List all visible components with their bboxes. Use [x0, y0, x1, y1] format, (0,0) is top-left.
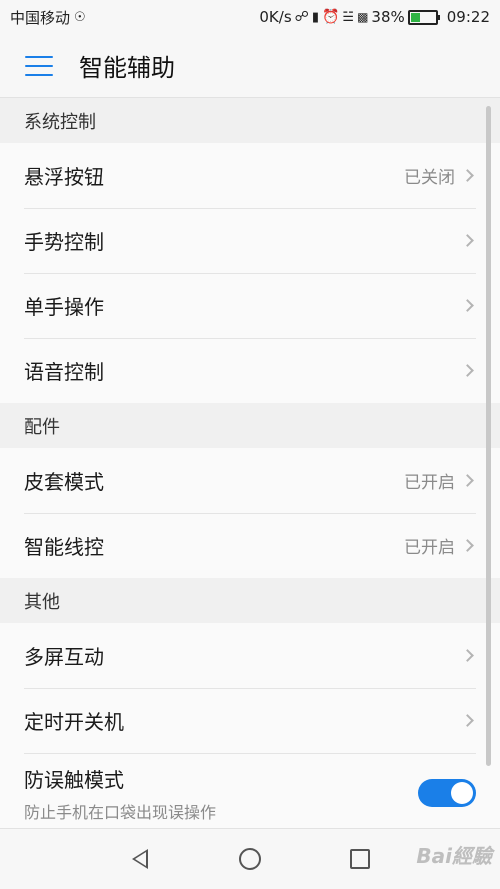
- item-label: 单手操作: [24, 295, 104, 319]
- battery-fill: [410, 12, 420, 22]
- back-triangle-icon: [132, 849, 148, 869]
- list-item-floating-button[interactable]: 悬浮按钮 已关闭: [0, 143, 500, 208]
- battery-percent: 38%: [371, 8, 405, 26]
- page-title: 智能辅助: [79, 54, 175, 82]
- vibrate-icon: ▮: [311, 9, 319, 25]
- home-circle-icon: [239, 848, 261, 870]
- list-item-scheduled-power[interactable]: 定时开关机: [0, 688, 500, 753]
- toggle-knob: [451, 782, 473, 804]
- home-button[interactable]: [236, 845, 264, 873]
- carrier-name: 中国移动: [10, 8, 71, 27]
- chevron-right-icon: [461, 714, 474, 727]
- list-item-multi-screen[interactable]: 多屏互动: [0, 623, 500, 688]
- status-bar: 中国移动 ☉ 0K/s ☍ ▮ ⏰ ☱ ▩ 38% 09:22: [0, 0, 500, 34]
- back-button[interactable]: [126, 845, 154, 873]
- item-right: [461, 649, 476, 662]
- status-bar-left: 中国移动 ☉: [10, 7, 86, 28]
- recent-apps-button[interactable]: [346, 845, 374, 873]
- chevron-right-icon: [461, 299, 474, 312]
- list-item-pocket-mode[interactable]: 防误触模式 防止手机在口袋出现误操作: [0, 753, 500, 833]
- chevron-right-icon: [461, 539, 474, 552]
- list-item-gesture-control[interactable]: 手势控制: [0, 208, 500, 273]
- list-item-one-hand-mode[interactable]: 单手操作: [0, 273, 500, 338]
- item-status: 已关闭: [404, 168, 455, 188]
- item-label: 语音控制: [24, 360, 104, 384]
- scrollbar[interactable]: [486, 106, 491, 766]
- item-label: 防误触模式: [24, 767, 124, 792]
- chevron-right-icon: [461, 649, 474, 662]
- network-speed: 0K/s: [259, 8, 292, 26]
- menu-line: [25, 64, 53, 67]
- headphone-icon: ☍: [294, 9, 309, 25]
- item-label: 悬浮按钮: [24, 165, 104, 189]
- menu-line: [25, 55, 53, 58]
- recent-apps-square-icon: [350, 849, 370, 869]
- item-label: 智能线控: [24, 535, 104, 559]
- item-subtitle: 防止手机在口袋出现误操作: [24, 802, 217, 822]
- list-item-smart-wire-control[interactable]: 智能线控 已开启: [0, 513, 500, 578]
- battery-charging-icon: [407, 9, 440, 25]
- settings-list[interactable]: 系统控制 悬浮按钮 已关闭 手势控制 单手操作 语音控制 配件 皮套模式 已开启: [0, 98, 500, 833]
- item-right: 已关闭: [404, 163, 476, 188]
- chevron-right-icon: [461, 234, 474, 247]
- item-right: [461, 714, 476, 727]
- menu-line: [25, 73, 53, 76]
- chevron-right-icon: [461, 364, 474, 377]
- item-right: 已开启: [404, 468, 476, 493]
- clock-time: 09:22: [446, 8, 490, 26]
- section-header-other: 其他: [0, 578, 500, 623]
- item-right: [461, 299, 476, 312]
- item-label: 多屏互动: [24, 645, 104, 669]
- item-label: 皮套模式: [24, 470, 104, 494]
- wifi-icon: ☱: [342, 9, 355, 25]
- item-right: [461, 234, 476, 247]
- section-header-accessories: 配件: [0, 403, 500, 448]
- status-bar-right: 0K/s ☍ ▮ ⏰ ☱ ▩ 38% 09:22: [259, 8, 490, 26]
- hd-icon: ☉: [74, 9, 86, 25]
- app-bar: 智能辅助: [0, 34, 500, 98]
- hamburger-menu-icon[interactable]: [25, 54, 53, 78]
- 4g-signal-icon: ▩: [357, 10, 369, 24]
- list-item-voice-control[interactable]: 语音控制: [0, 338, 500, 403]
- item-status: 已开启: [404, 538, 455, 558]
- item-right: 已开启: [404, 533, 476, 558]
- item-label: 定时开关机: [24, 710, 124, 734]
- section-header-system-control: 系统控制: [0, 98, 500, 143]
- watermark: Bai經驗: [416, 844, 492, 868]
- item-label: 手势控制: [24, 230, 104, 254]
- item-status: 已开启: [404, 473, 455, 493]
- item-text: 防误触模式 防止手机在口袋出现误操作: [24, 764, 216, 823]
- item-right: [461, 364, 476, 377]
- alarm-icon: ⏰: [321, 9, 340, 25]
- list-item-cover-mode[interactable]: 皮套模式 已开启: [0, 448, 500, 513]
- chevron-right-icon: [461, 474, 474, 487]
- pocket-mode-toggle[interactable]: [418, 779, 476, 807]
- chevron-right-icon: [461, 169, 474, 182]
